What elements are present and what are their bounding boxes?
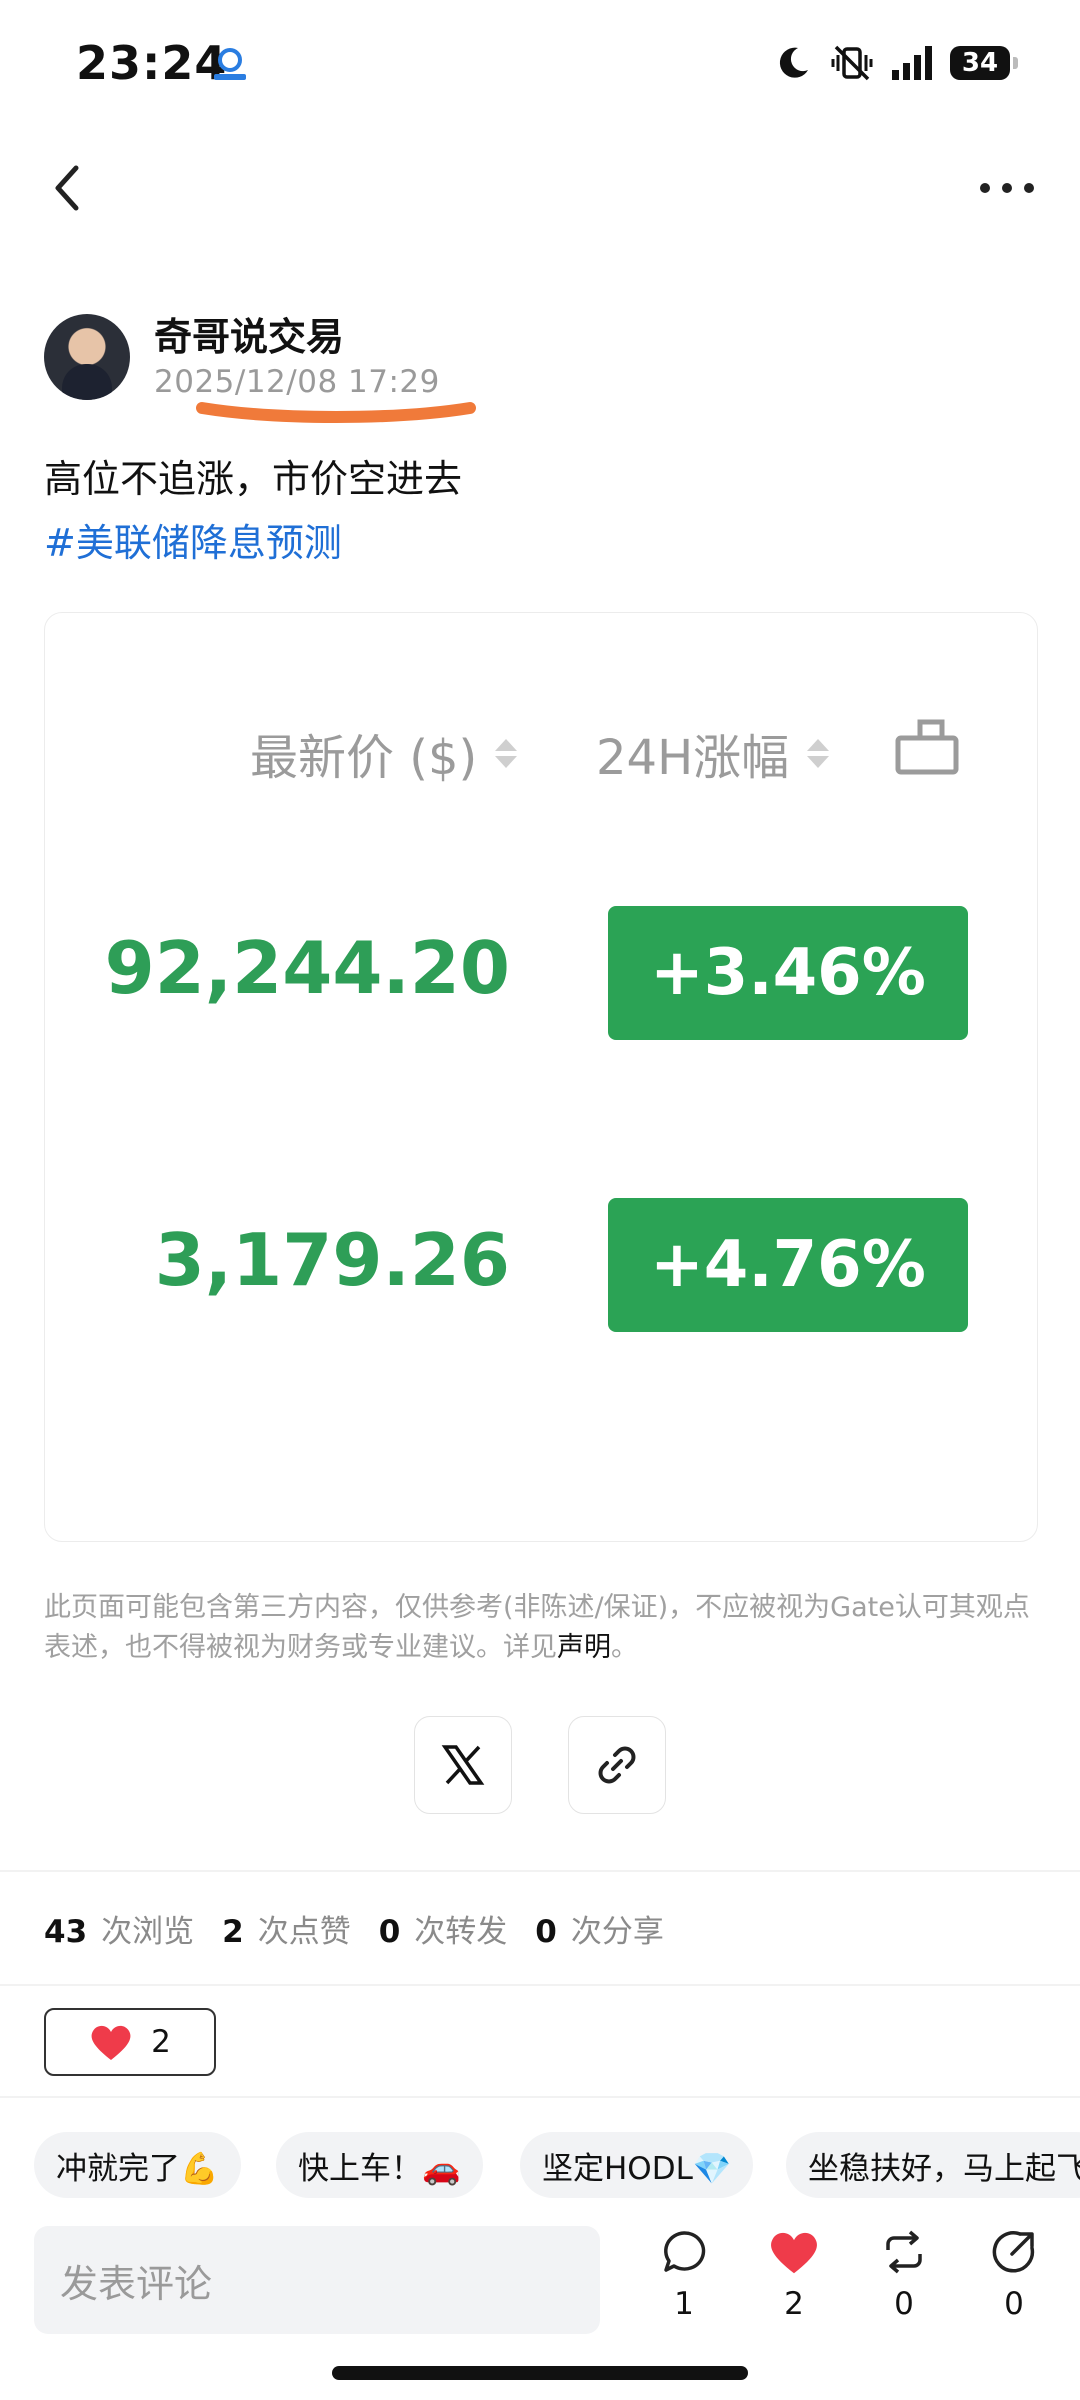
column-header-price-label: 最新价 ($): [250, 730, 478, 786]
comment-button[interactable]: 1: [644, 2228, 724, 2322]
share-count: 0: [1004, 2286, 1024, 2322]
post-stats: 43 次浏览 2 次点赞 0 次转发 0 次分享: [44, 1906, 692, 1951]
post-timestamp: 2025/12/08 17:29: [154, 364, 440, 400]
price-value: 3,179.26: [154, 1218, 510, 1302]
post-text: 高位不追涨，市价空进去: [44, 457, 463, 501]
stat-shares: 0 次分享: [535, 1914, 664, 1950]
column-header-change: 24H涨幅: [596, 718, 830, 788]
column-header-change-label: 24H涨幅: [596, 730, 790, 786]
disclaimer-body: 此页面可能包含第三方内容，仅供参考(非陈述/保证)，不应被视为Gate认可其观点…: [44, 1592, 1030, 1663]
author-name[interactable]: 奇哥说交易: [154, 306, 344, 361]
more-dot-icon: [1002, 183, 1012, 193]
heart-icon: [91, 2025, 131, 2060]
hashtag-link[interactable]: #美联储降息预测: [44, 512, 342, 567]
disclaimer-link[interactable]: 声明: [557, 1632, 611, 1663]
stat-reposts: 0 次转发: [378, 1914, 508, 1950]
disclaimer-end: 。: [611, 1632, 638, 1663]
change-percent-badge: +3.46%: [608, 906, 968, 1040]
more-options-button[interactable]: [980, 168, 1034, 208]
price-card-image[interactable]: [44, 612, 1038, 1542]
share-icon: [992, 2231, 1035, 2273]
share-button[interactable]: 0: [974, 2228, 1054, 2322]
sort-icon: [807, 738, 830, 768]
quick-reply-chip[interactable]: 坚定HODL💎: [520, 2132, 754, 2198]
home-indicator: [332, 2366, 748, 2380]
divider: [0, 1870, 1080, 1872]
disclaimer-text: 此页面可能包含第三方内容，仅供参考(非陈述/保证)，不应被视为Gate认可其观点…: [44, 1588, 1036, 1668]
repost-icon: [886, 2230, 922, 2274]
comment-count: 1: [674, 2286, 694, 2322]
quick-reply-chip[interactable]: 坐稳扶好，马上起飞: [786, 2132, 1080, 2198]
moon-icon: [779, 47, 808, 78]
orange-underline-annotation: [196, 402, 476, 423]
rotate-screen-icon: [895, 719, 959, 775]
copy-link-button[interactable]: [568, 1716, 666, 1814]
reaction-count: 2: [151, 2024, 171, 2060]
sort-icon: [495, 738, 518, 768]
x-logo-icon: [441, 1745, 485, 1785]
divider: [0, 1984, 1080, 1986]
author-avatar[interactable]: [44, 314, 130, 400]
heart-filled-icon: [771, 2232, 817, 2274]
comment-input[interactable]: 发表评论: [34, 2226, 600, 2334]
comment-bubble-icon: [664, 2231, 706, 2272]
column-header-price: 最新价 ($): [250, 718, 518, 788]
like-count: 2: [784, 2286, 804, 2322]
price-value: 92,244.20: [104, 926, 510, 1010]
share-x-button[interactable]: [414, 1716, 512, 1814]
stat-likes: 2 次点赞: [222, 1914, 351, 1950]
divider: [0, 2096, 1080, 2098]
heart-reaction-chip[interactable]: 2: [44, 2008, 216, 2076]
repost-count: 0: [894, 2286, 914, 2322]
change-percent-badge: +4.76%: [608, 1198, 968, 1332]
signal-icon: [892, 46, 932, 80]
quick-reply-chip[interactable]: 快上车！🚗: [276, 2132, 483, 2198]
app-notification-icon: [214, 48, 246, 80]
repost-button[interactable]: 0: [864, 2228, 944, 2322]
stat-views: 43 次浏览: [44, 1914, 195, 1950]
quick-reply-chip[interactable]: 冲就完了💪: [34, 2132, 241, 2198]
status-time: 23:24: [76, 36, 228, 90]
vibrate-mute-icon: [831, 45, 873, 81]
back-button[interactable]: [46, 160, 86, 216]
battery-indicator: 34: [950, 46, 1018, 80]
link-icon: [598, 1746, 636, 1784]
more-dot-icon: [1024, 183, 1034, 193]
status-icons: 34: [774, 40, 1018, 86]
more-dot-icon: [980, 183, 990, 193]
like-button[interactable]: 2: [754, 2228, 834, 2322]
